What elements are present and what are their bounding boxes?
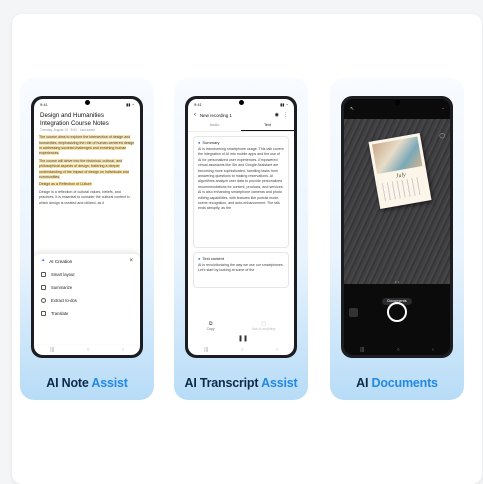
doc-body: The course aims to explore the intersect… (34, 135, 140, 206)
ai-creation-sheet: ✦ AI Creation × Smart layout Summarize Ex… (34, 253, 140, 344)
doc-title: Design and Humanities Integration Course… (40, 112, 109, 127)
camera-viewfinder: ↖ ◦ July ◯ • • Documents ||| ○ ‹ (344, 99, 450, 355)
front-camera (84, 100, 90, 105)
text-content-label-row: ● Text content (198, 256, 224, 261)
copy-button[interactable]: ⧉ Copy (207, 321, 215, 331)
front-camera (394, 100, 400, 105)
summary-label-row: ● Summary (198, 140, 220, 145)
tab-audio[interactable]: Audio (188, 120, 241, 131)
phone-mockup: ↖ ◦ July ◯ • • Documents ||| ○ ‹ (341, 96, 453, 358)
summary-icon (41, 285, 46, 290)
system-nav-bar: ||| ○ ‹ (34, 344, 140, 355)
settings-icon[interactable]: ◦ (442, 106, 444, 112)
menu-item-summarize[interactable]: Summarize (34, 281, 140, 294)
menu-item-translate[interactable]: Translate (34, 307, 140, 320)
back-arrow-icon[interactable]: ‹ (194, 112, 196, 118)
signal-icon: ▮▮ ◔ (126, 102, 134, 107)
back-icon[interactable]: ‹ (276, 347, 278, 353)
ask-ai-button[interactable]: ▢ Ask AI anything (252, 321, 275, 331)
back-icon[interactable]: ‹ (432, 347, 434, 353)
tile-label: AI Transcript Assist (184, 376, 298, 390)
menu-item-extract-todos[interactable]: Extract to-dos (34, 294, 140, 307)
tile-ai-documents[interactable]: ↖ ◦ July ◯ • • Documents ||| ○ ‹ AI Documen… (330, 78, 464, 400)
home-icon[interactable]: ○ (87, 347, 90, 353)
summary-card: ● Summary AI is transforming smartphone u… (193, 136, 289, 248)
tab-text[interactable]: Text (241, 120, 294, 131)
text-icon: ● (198, 256, 201, 261)
text-content: AI is revolutionizing the way we use our… (198, 263, 284, 273)
phone-screen: 9:41 ▮▮ ◔ ‹ New recording 1 ◉ ⋮ Audio Tex… (188, 99, 294, 355)
tile-label: AI Documents (356, 376, 438, 390)
shutter-button[interactable] (387, 302, 407, 322)
home-icon[interactable]: ○ (397, 347, 400, 353)
calendar-photo (371, 136, 423, 175)
sparkle-icon: ✦ (41, 258, 46, 264)
photo-calendar: July (368, 133, 432, 209)
todo-icon (41, 298, 46, 303)
paragraph: Design is a reflection of cultural value… (39, 189, 130, 205)
phone-screen: 9:41 ▮▮ ◔ Design and Humanities Integrati… (34, 99, 140, 355)
flash-icon[interactable]: ↖ (350, 106, 354, 112)
back-icon[interactable]: ‹ (122, 347, 124, 353)
recent-apps-icon[interactable]: ||| (50, 347, 54, 353)
text-content-card: ● Text content AI is revolutionizing the … (193, 252, 289, 288)
scan-surface: July ◯ (344, 119, 450, 284)
close-icon[interactable]: × (129, 258, 133, 264)
recording-title: New recording 1 (200, 112, 232, 118)
recent-apps-icon[interactable]: ||| (204, 347, 208, 353)
layout-icon (41, 272, 46, 277)
phone-mockup: 9:41 ▮▮ ◔ Design and Humanities Integrati… (31, 96, 143, 358)
pause-button[interactable]: ❚❚ (238, 335, 248, 342)
frame-corner-icon: ◯ (439, 133, 445, 139)
paragraph: The course aims to explore the intersect… (39, 135, 135, 156)
tile-label: AI Note Assist (46, 376, 128, 390)
menu-item-smart-layout[interactable]: Smart layout (34, 268, 140, 281)
gallery-thumbnail[interactable] (349, 308, 358, 317)
phone-mockup: 9:41 ▮▮ ◔ ‹ New recording 1 ◉ ⋮ Audio Tex… (185, 96, 297, 358)
doc-meta: Tuesday, August 13 · 9:41 · Last saved (40, 128, 96, 133)
system-nav-bar: ||| ○ ‹ (344, 344, 450, 355)
visibility-icon[interactable]: ◉ (275, 112, 279, 118)
signal-icon: ▮▮ ◔ (280, 102, 288, 107)
page-dots: • • (395, 279, 399, 284)
app-header: ‹ New recording 1 ◉ ⋮ (188, 110, 294, 120)
summary-text: AI is transforming smartphone usage. Thi… (198, 147, 284, 211)
heading: Design as a Reflection of Culture (39, 182, 92, 187)
more-icon[interactable]: ⋮ (283, 112, 288, 118)
system-nav-bar: ||| ○ ‹ (188, 344, 294, 355)
summary-icon: ● (198, 140, 201, 145)
front-camera (238, 100, 244, 105)
recent-apps-icon[interactable]: ||| (360, 347, 364, 353)
tab-bar: Audio Text (188, 120, 294, 132)
paragraph: The course will delve into the historica… (39, 158, 129, 180)
tile-ai-note-assist[interactable]: 9:41 ▮▮ ◔ Design and Humanities Integrati… (20, 78, 154, 400)
bottom-actions: ⧉ Copy ▢ Ask AI anything (188, 321, 294, 331)
home-icon[interactable]: ○ (241, 347, 244, 353)
tile-ai-transcript-assist[interactable]: 9:41 ▮▮ ◔ ‹ New recording 1 ◉ ⋮ Audio Tex… (174, 78, 308, 400)
sheet-header: ✦ AI Creation × (41, 258, 133, 264)
translate-icon (41, 311, 46, 316)
